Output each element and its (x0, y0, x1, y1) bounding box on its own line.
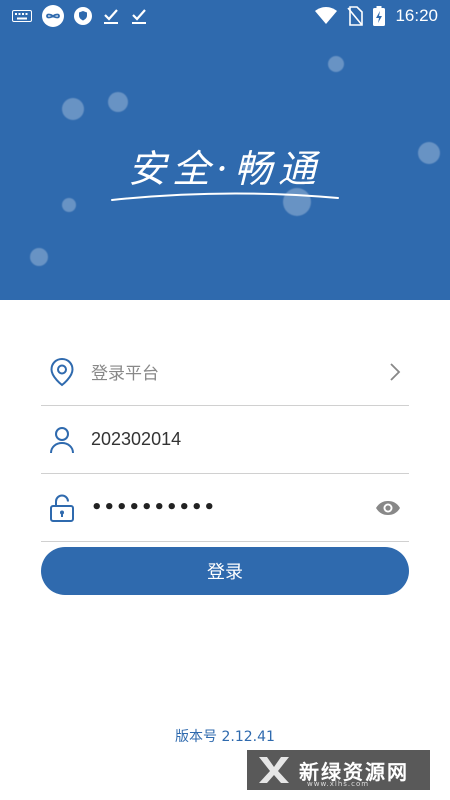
watermark-subtext: www.xlhs.com (307, 780, 370, 788)
eye-icon[interactable] (375, 500, 401, 516)
decor-bubble (62, 98, 84, 120)
location-pin-icon (47, 357, 77, 387)
no-sim-icon (347, 6, 364, 26)
slogan-swoosh-decoration (111, 192, 339, 201)
lock-icon (47, 493, 77, 523)
decor-bubble (328, 56, 344, 72)
username-value[interactable]: 202302014 (91, 429, 181, 450)
platform-placeholder: 登录平台 (91, 364, 159, 384)
user-icon (47, 425, 77, 455)
password-value[interactable]: •••••••••• (91, 497, 216, 518)
login-button[interactable]: 登录 (41, 547, 409, 595)
status-bar: 16:20 (0, 0, 450, 32)
watermark-logo: 新绿资源网 www.xlhs.com (247, 750, 430, 790)
keyboard-icon (12, 10, 32, 22)
username-field[interactable]: 202302014 (41, 406, 409, 474)
hero-banner: 16:20 安全·畅通 (0, 0, 450, 300)
battery-charging-icon (373, 6, 386, 26)
shield-app-icon (74, 7, 92, 25)
download-done-icon (102, 7, 120, 25)
platform-selector[interactable]: 登录平台 (41, 338, 409, 406)
wifi-icon (315, 7, 338, 25)
watermark-icon (257, 755, 291, 785)
decor-bubble (30, 248, 48, 266)
chevron-right-icon (389, 362, 401, 382)
version-label: 版本号 2.12.41 (175, 729, 275, 745)
decor-bubble (62, 198, 76, 212)
password-field[interactable]: •••••••••• (41, 474, 409, 542)
login-form: 登录平台 202302014 •••••••••• (41, 338, 409, 542)
decor-bubble (108, 92, 128, 112)
download-done-icon (130, 7, 148, 25)
hero-slogan: 安全·畅通 (127, 147, 323, 191)
infinity-app-icon (42, 5, 64, 27)
status-time: 16:20 (395, 6, 438, 25)
